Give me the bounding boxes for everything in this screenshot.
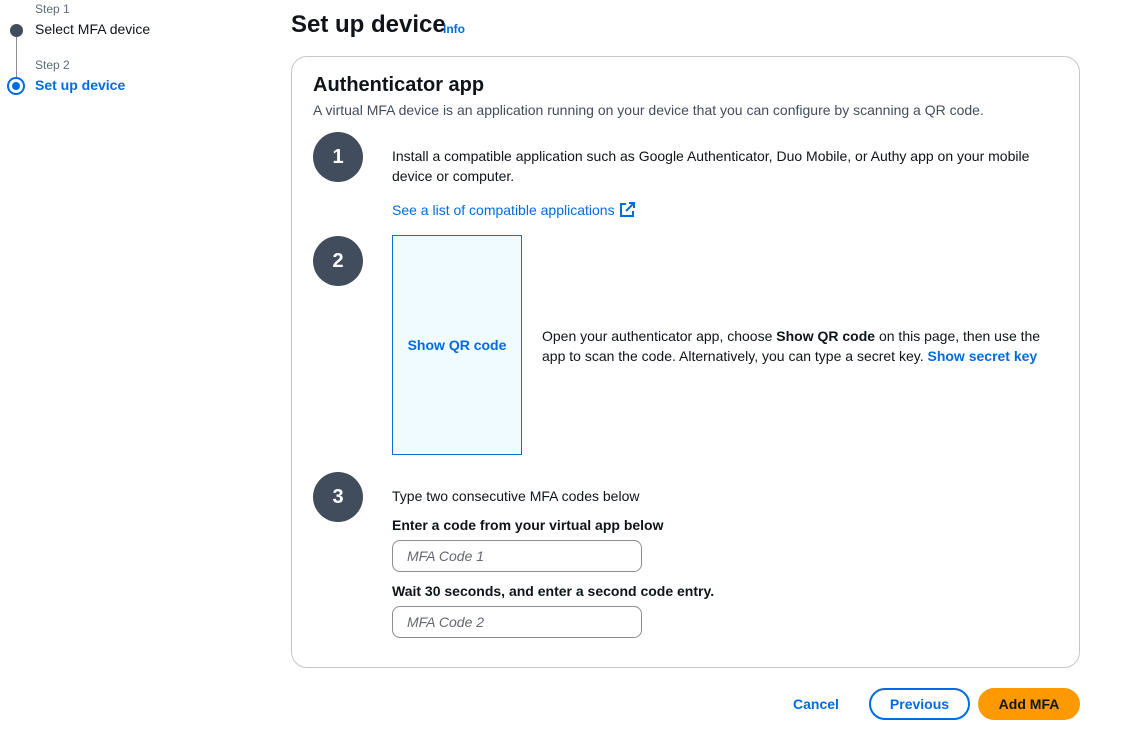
qr-instructions-text-1: Open your authenticator app, choose [542, 328, 777, 344]
info-link[interactable]: Info [443, 22, 465, 36]
step-1-completed-icon [10, 24, 23, 37]
show-secret-key-link[interactable]: Show secret key [927, 348, 1037, 364]
stepper-connector [16, 32, 17, 80]
step-3-circle: 3 [313, 472, 363, 522]
mfa-code-2-input[interactable] [392, 606, 642, 638]
step-2-active-icon [7, 77, 25, 95]
mfa-code-1-input[interactable] [392, 540, 642, 572]
external-link-icon [619, 202, 635, 217]
page-title: Set up device [291, 11, 446, 38]
container-description: A virtual MFA device is an application r… [313, 102, 984, 118]
step-2-label: Set up device [35, 77, 126, 93]
install-instructions: Install a compatible application such as… [392, 148, 1030, 184]
qr-instructions-bold: Show QR code [776, 328, 876, 344]
cancel-button[interactable]: Cancel [786, 688, 846, 720]
step-1-number: Step 1 [35, 2, 70, 16]
qr-instructions: Open your authenticator app, choose Show… [542, 326, 1062, 366]
compatible-apps-link[interactable]: See a list of compatible applications [392, 202, 615, 218]
step-1-circle: 1 [313, 132, 363, 182]
mfa-code-2-label: Wait 30 seconds, and enter a second code… [392, 583, 715, 599]
container-title: Authenticator app [313, 74, 485, 96]
mfa-code-1-label: Enter a code from your virtual app below [392, 517, 664, 533]
step-1-circle-number: 1 [332, 145, 344, 168]
mfa-codes-intro: Type two consecutive MFA codes below [392, 488, 640, 504]
authenticator-app-container: Authenticator app A virtual MFA device i… [291, 56, 1080, 668]
show-qr-code-button[interactable]: Show QR code [408, 337, 507, 353]
step-3-circle-number: 3 [332, 485, 344, 508]
qr-code-area[interactable]: Show QR code [392, 235, 522, 455]
step-2-circle: 2 [313, 236, 363, 286]
add-mfa-button[interactable]: Add MFA [978, 688, 1080, 720]
wizard-stepper: Step 1 Select MFA device Step 2 Set up d… [0, 0, 200, 110]
step-2-number: Step 2 [35, 58, 70, 72]
previous-button[interactable]: Previous [869, 688, 970, 720]
compatible-apps-row: See a list of compatible applications [392, 200, 635, 220]
step-2-circle-number: 2 [332, 249, 344, 272]
step-1-link[interactable]: Select MFA device [35, 21, 150, 37]
